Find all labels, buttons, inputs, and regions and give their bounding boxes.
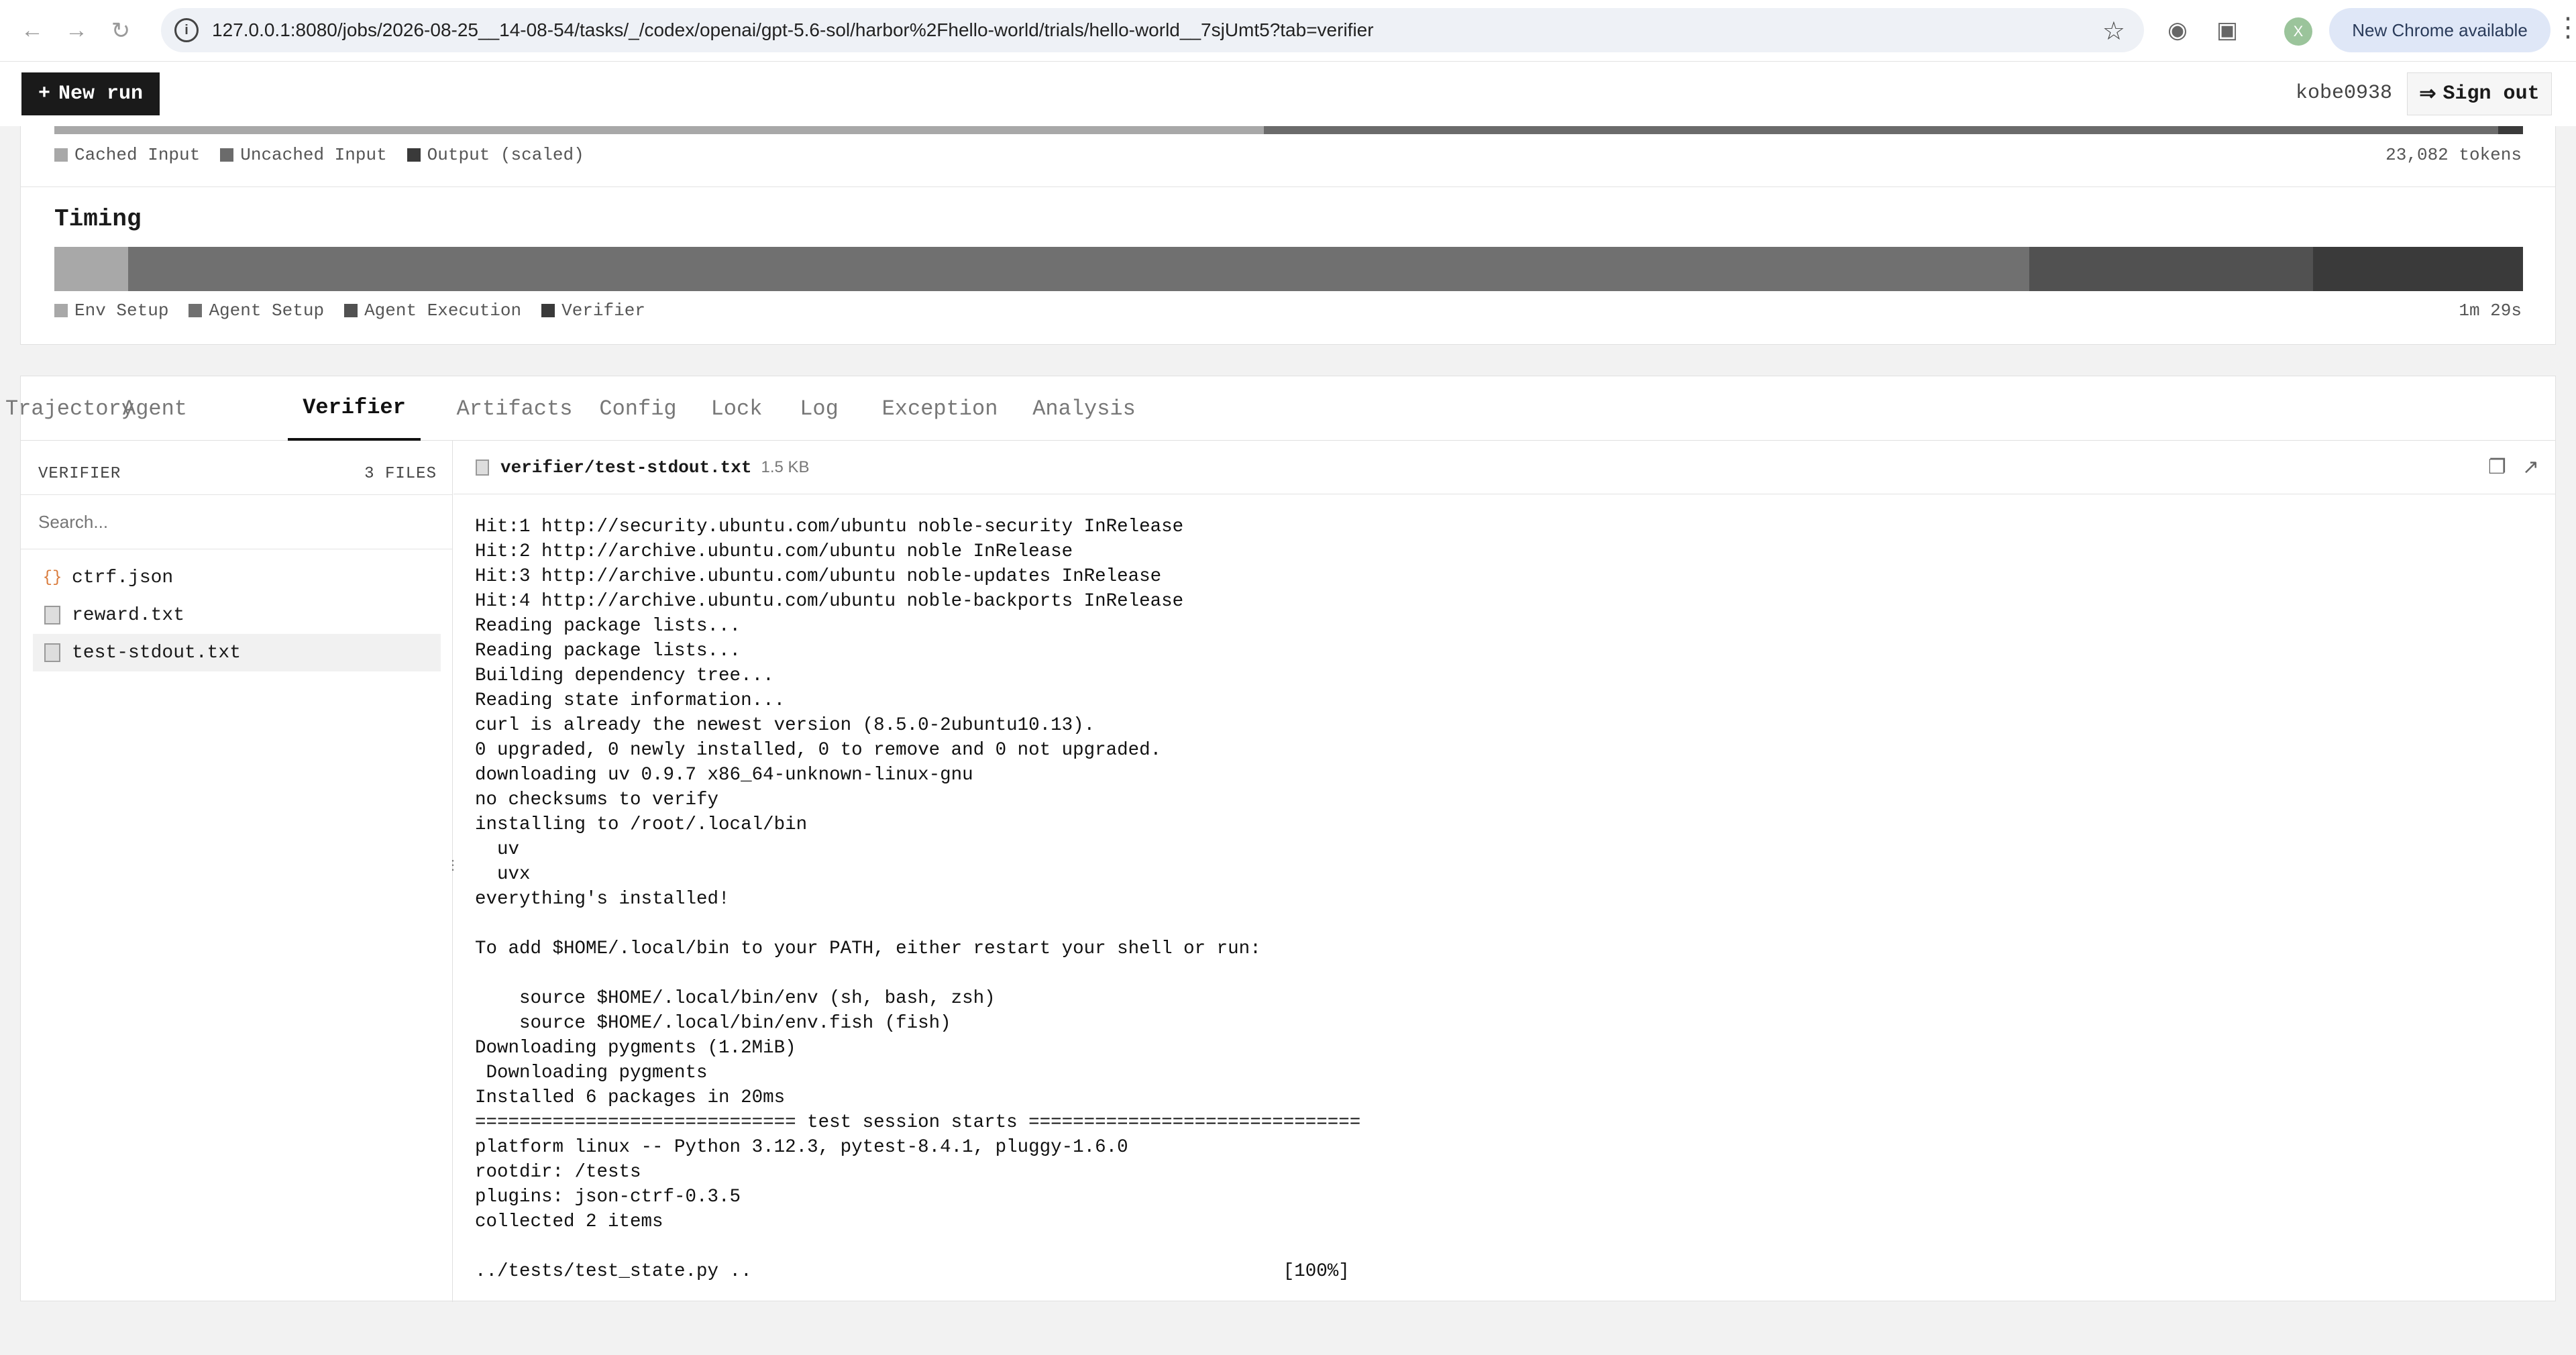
browser-toolbar: ← → ↻ i 127.0.0.1:8080/jobs/2026-08-25__… [0,0,2576,62]
document-icon [44,606,60,625]
file-item-ctrf-json[interactable]: {} ctrf.json [33,559,441,596]
legend-swatch [344,304,358,317]
token-legend-item: Output (scaled) [407,145,584,165]
tab-exception[interactable]: Exception [873,376,1007,441]
token-segment [54,126,1265,134]
legend-swatch [407,148,421,162]
file-list: {} ctrf.json reward.txt test-stdout.txt [33,559,441,671]
tab-artifacts[interactable]: Artifacts [447,376,582,441]
open-external-icon[interactable]: ↗ [2522,455,2539,479]
viewer-file-size: 1.5 KB [761,457,810,476]
more-menu-icon[interactable]: ⋮ [2555,12,2576,43]
sign-out-label: Sign out [2443,83,2540,105]
timing-legend-item: Agent Setup [189,301,324,321]
timing-bar [54,247,2523,291]
legend-swatch [541,304,555,317]
legend-swatch [189,304,203,317]
username: kobe0938 [2296,82,2393,105]
tab-agent[interactable]: Agent [119,376,191,441]
site-info-icon[interactable]: i [174,18,199,42]
extensions-icon[interactable]: ▣ [2212,15,2243,46]
token-segment [2498,126,2523,134]
tab-config[interactable]: Config [591,376,685,441]
file-name: reward.txt [72,604,185,626]
app-header: + New run kobe0938 ⇒ Sign out [0,62,2576,126]
timing-legend-item: Verifier [541,301,645,321]
document-icon [476,459,489,476]
file-viewer: verifier/test-stdout.txt 1.5 KB ❐ ↗ Hit:… [453,441,2555,1302]
file-item-test-stdout-txt[interactable]: test-stdout.txt [33,634,441,671]
timing-segment [54,247,129,291]
tab-analysis[interactable]: Analysis [1027,376,1141,441]
file-sidebar: VERIFIER 3 FILES {} ctrf.json reward.txt… [21,441,453,1302]
extension-puzzle-icon[interactable]: ◉ [2162,15,2193,46]
timing-total: 1m 29s [2459,301,2522,321]
legend-swatch [54,148,68,162]
back-arrow-icon[interactable]: ← [13,12,51,50]
timing-legend-item: Env Setup [54,301,168,321]
legend-label: Agent Execution [364,301,522,321]
stdout-content: Hit:1 http://security.ubuntu.com/ubuntu … [475,517,1361,1282]
file-count: 3 FILES [364,465,437,483]
timing-title: Timing [54,205,142,233]
legend-swatch [220,148,234,162]
url-text[interactable]: 127.0.0.1:8080/jobs/2026-08-25__14-08-54… [212,19,1374,41]
legend-label: Uncached Input [240,145,387,165]
profile-avatar[interactable]: X [2284,17,2312,46]
chrome-update-button[interactable]: New Chrome available [2329,8,2551,52]
sign-out-icon: ⇒ [2419,83,2436,107]
trial-detail-panel: Trajectory Agent Verifier Artifacts Conf… [5,376,2556,1302]
new-run-label: New run [58,83,144,105]
token-segment [1264,126,2499,134]
sign-out-button[interactable]: ⇒ Sign out [2407,72,2552,115]
legend-label: Output (scaled) [427,145,584,165]
timing-legend-item: Agent Execution [344,301,521,321]
token-legend-item: Uncached Input [220,145,387,165]
sidebar-header: VERIFIER 3 FILES [38,465,437,483]
file-search [21,494,452,549]
timing-segment [128,247,2029,291]
new-run-button[interactable]: + New run [21,72,160,115]
token-total: 23,082 tokens [2385,145,2522,165]
token-legend-item: Cached Input [54,145,200,165]
file-item-reward-txt[interactable]: reward.txt [33,596,441,634]
file-name: ctrf.json [72,567,174,588]
token-usage-bar [54,126,2523,134]
sidebar-title: VERIFIER [38,465,121,483]
forward-arrow-icon[interactable]: → [58,12,95,50]
timing-legend: Env Setup Agent Setup Agent Execution Verif… [54,301,645,321]
legend-label: Env Setup [74,301,169,321]
tab-lock[interactable]: Lock [700,376,773,441]
legend-label: Agent Setup [209,301,325,321]
metrics-card: Cached Input Uncached Input Output (scaled… [20,126,2556,345]
file-name: test-stdout.txt [72,642,241,663]
document-icon [44,643,60,662]
section-divider [21,186,2555,187]
address-bar[interactable]: i 127.0.0.1:8080/jobs/2026-08-25__14-08-… [161,8,2144,52]
tab-trajectory[interactable]: Trajectory [5,376,134,441]
tab-verifier[interactable]: Verifier [288,376,421,441]
timing-segment [2029,247,2314,291]
viewer-header: verifier/test-stdout.txt 1.5 KB ❐ ↗ [453,441,2555,494]
viewer-actions: ❐ ↗ [2488,455,2539,479]
json-braces-icon: {} [42,568,62,587]
copy-icon[interactable]: ❐ [2488,455,2506,479]
plus-icon: + [38,83,50,105]
reload-icon[interactable]: ↻ [102,12,140,50]
legend-label: Verifier [561,301,645,321]
file-search-input[interactable] [21,495,452,549]
viewer-filename: verifier/test-stdout.txt [500,457,752,478]
token-legend: Cached Input Uncached Input Output (scaled… [54,145,584,165]
legend-swatch [54,304,68,317]
tab-log[interactable]: Log [789,376,849,441]
bookmark-star-icon[interactable]: ☆ [2102,16,2125,46]
timing-segment [2313,247,2523,291]
legend-label: Cached Input [74,145,201,165]
tab-bar: Trajectory Agent Verifier Artifacts Conf… [5,376,2555,441]
